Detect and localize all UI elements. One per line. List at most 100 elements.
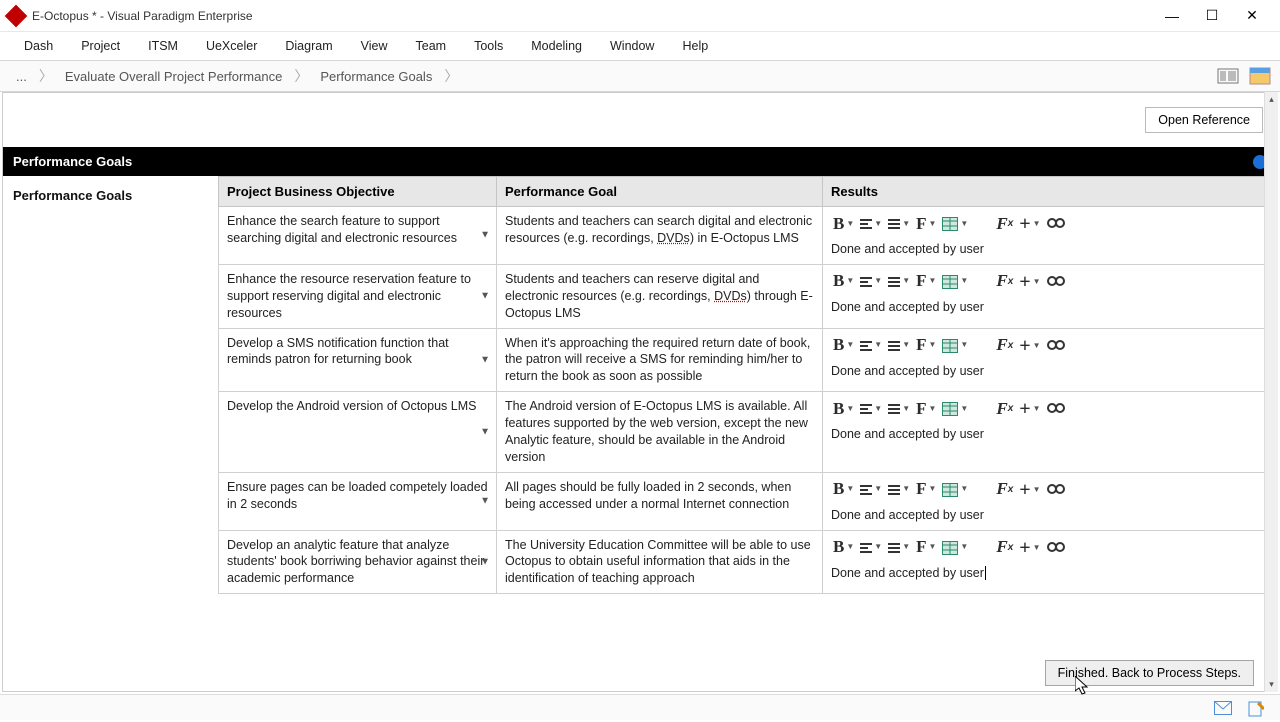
- list-button[interactable]: ▼: [886, 271, 912, 293]
- table-button[interactable]: ▼: [940, 537, 970, 559]
- font-button[interactable]: F▼: [914, 537, 938, 559]
- table-button[interactable]: ▼: [940, 271, 970, 293]
- menu-dash[interactable]: Dash: [10, 35, 67, 57]
- find-button[interactable]: [1045, 213, 1067, 235]
- col-header-results[interactable]: Results: [823, 177, 1273, 207]
- clear-format-button[interactable]: Fx: [994, 213, 1015, 235]
- font-button[interactable]: F▼: [914, 398, 938, 420]
- result-text[interactable]: Done and accepted by user: [831, 565, 1264, 582]
- cell-goal[interactable]: Students and teachers can search digital…: [497, 207, 823, 265]
- table-button[interactable]: ▼: [940, 479, 970, 501]
- result-text[interactable]: Done and accepted by user: [831, 241, 1264, 258]
- list-button[interactable]: ▼: [886, 335, 912, 357]
- cell-objective[interactable]: Develop the Android version of Octopus L…: [219, 392, 497, 473]
- list-button[interactable]: ▼: [886, 213, 912, 235]
- cell-objective[interactable]: Develop an analytic feature that analyze…: [219, 530, 497, 594]
- menu-window[interactable]: Window: [596, 35, 668, 57]
- result-text[interactable]: Done and accepted by user: [831, 426, 1264, 443]
- image-button[interactable]: [972, 213, 992, 235]
- dropdown-icon[interactable]: ▼: [480, 289, 490, 303]
- table-button[interactable]: ▼: [940, 335, 970, 357]
- list-button[interactable]: ▼: [886, 398, 912, 420]
- result-text[interactable]: Done and accepted by user: [831, 507, 1264, 524]
- cell-goal[interactable]: The University Education Committee will …: [497, 530, 823, 594]
- menu-tools[interactable]: Tools: [460, 35, 517, 57]
- menu-uexceler[interactable]: UeXceler: [192, 35, 271, 57]
- cell-objective[interactable]: Enhance the search feature to support se…: [219, 207, 497, 265]
- align-button[interactable]: ▼: [858, 335, 884, 357]
- menu-team[interactable]: Team: [402, 35, 461, 57]
- breadcrumb-item-1[interactable]: Evaluate Overall Project Performance: [55, 67, 292, 86]
- cell-objective[interactable]: Ensure pages can be loaded competely loa…: [219, 472, 497, 530]
- cell-results[interactable]: B▼▼▼F▼▼Fx+▼Done and accepted by user: [823, 328, 1273, 392]
- bold-button[interactable]: B▼: [831, 335, 856, 357]
- align-button[interactable]: ▼: [858, 398, 884, 420]
- cell-results[interactable]: B▼▼▼F▼▼Fx+▼Done and accepted by user: [823, 472, 1273, 530]
- close-button[interactable]: ✕: [1232, 0, 1272, 32]
- edit-icon[interactable]: [1248, 701, 1266, 715]
- bold-button[interactable]: B▼: [831, 537, 856, 559]
- bold-button[interactable]: B▼: [831, 213, 856, 235]
- panel-icon[interactable]: [1246, 64, 1274, 88]
- insert-button[interactable]: +▼: [1017, 398, 1042, 420]
- menu-help[interactable]: Help: [668, 35, 722, 57]
- dropdown-icon[interactable]: ▼: [480, 229, 490, 243]
- image-button[interactable]: [972, 479, 992, 501]
- maximize-button[interactable]: ☐: [1192, 0, 1232, 32]
- image-button[interactable]: [972, 335, 992, 357]
- open-reference-button[interactable]: Open Reference: [1145, 107, 1263, 133]
- cell-goal[interactable]: The Android version of E-Octopus LMS is …: [497, 392, 823, 473]
- menu-modeling[interactable]: Modeling: [517, 35, 596, 57]
- result-text[interactable]: Done and accepted by user: [831, 363, 1264, 380]
- scroll-up-icon[interactable]: ▴: [1269, 92, 1274, 107]
- cell-goal[interactable]: Students and teachers can reserve digita…: [497, 264, 823, 328]
- bold-button[interactable]: B▼: [831, 271, 856, 293]
- vertical-scrollbar[interactable]: ▴ ▾: [1264, 92, 1278, 692]
- find-button[interactable]: [1045, 479, 1067, 501]
- menu-project[interactable]: Project: [67, 35, 134, 57]
- breadcrumb-item-2[interactable]: Performance Goals: [310, 67, 442, 86]
- cell-results[interactable]: B▼▼▼F▼▼Fx+▼Done and accepted by user: [823, 392, 1273, 473]
- insert-button[interactable]: +▼: [1017, 335, 1042, 357]
- find-button[interactable]: [1045, 335, 1067, 357]
- dropdown-icon[interactable]: ▼: [480, 494, 490, 508]
- result-text[interactable]: Done and accepted by user: [831, 299, 1264, 316]
- insert-button[interactable]: +▼: [1017, 213, 1042, 235]
- font-button[interactable]: F▼: [914, 271, 938, 293]
- clear-format-button[interactable]: Fx: [994, 398, 1015, 420]
- image-button[interactable]: [972, 271, 992, 293]
- clear-format-button[interactable]: Fx: [994, 479, 1015, 501]
- scroll-down-icon[interactable]: ▾: [1269, 677, 1274, 692]
- list-button[interactable]: ▼: [886, 479, 912, 501]
- insert-button[interactable]: +▼: [1017, 479, 1042, 501]
- clear-format-button[interactable]: Fx: [994, 335, 1015, 357]
- dropdown-icon[interactable]: ▼: [480, 425, 490, 439]
- cell-objective[interactable]: Enhance the resource reservation feature…: [219, 264, 497, 328]
- font-button[interactable]: F▼: [914, 335, 938, 357]
- minimize-button[interactable]: —: [1152, 0, 1192, 32]
- bold-button[interactable]: B▼: [831, 398, 856, 420]
- cell-goal[interactable]: When it's approaching the required retur…: [497, 328, 823, 392]
- align-button[interactable]: ▼: [858, 537, 884, 559]
- find-button[interactable]: [1045, 537, 1067, 559]
- image-button[interactable]: [972, 537, 992, 559]
- align-button[interactable]: ▼: [858, 271, 884, 293]
- cell-goal[interactable]: All pages should be fully loaded in 2 se…: [497, 472, 823, 530]
- cell-objective[interactable]: Develop a SMS notification function that…: [219, 328, 497, 392]
- align-button[interactable]: ▼: [858, 213, 884, 235]
- list-button[interactable]: ▼: [886, 537, 912, 559]
- dropdown-icon[interactable]: ▼: [480, 555, 490, 569]
- col-header-objective[interactable]: Project Business Objective: [219, 177, 497, 207]
- clear-format-button[interactable]: Fx: [994, 537, 1015, 559]
- cell-results[interactable]: B▼▼▼F▼▼Fx+▼Done and accepted by user: [823, 530, 1273, 594]
- clear-format-button[interactable]: Fx: [994, 271, 1015, 293]
- mail-icon[interactable]: [1214, 701, 1232, 715]
- breadcrumb-root[interactable]: ...: [6, 67, 37, 86]
- find-button[interactable]: [1045, 271, 1067, 293]
- insert-button[interactable]: +▼: [1017, 537, 1042, 559]
- menu-itsm[interactable]: ITSM: [134, 35, 192, 57]
- layout-icon[interactable]: [1214, 64, 1242, 88]
- bold-button[interactable]: B▼: [831, 479, 856, 501]
- insert-button[interactable]: +▼: [1017, 271, 1042, 293]
- align-button[interactable]: ▼: [858, 479, 884, 501]
